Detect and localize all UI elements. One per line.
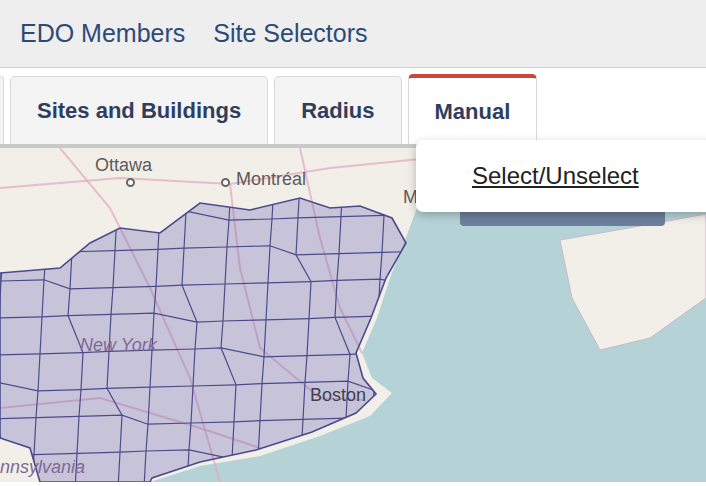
map-label: New York bbox=[80, 336, 157, 356]
tab[interactable]: Manual bbox=[408, 74, 538, 144]
tab-label: Sites and Buildings bbox=[37, 94, 241, 127]
nav-link-item[interactable]: EDO Members bbox=[20, 15, 185, 53]
map-label: Montréal bbox=[236, 170, 306, 190]
tab-bar: Sites and Buildings Radius Manual bbox=[0, 68, 706, 144]
map-label: nnsylvania bbox=[0, 458, 85, 478]
city-dot-icon bbox=[126, 178, 135, 187]
tab-label: Manual bbox=[435, 95, 511, 128]
tab[interactable]: Radius bbox=[274, 76, 401, 144]
menu-item[interactable]: Select/Unselect bbox=[416, 158, 706, 194]
city-dot-icon bbox=[221, 178, 230, 187]
tab-stub[interactable] bbox=[0, 76, 4, 144]
dropdown-menu: Select/Unselect bbox=[416, 140, 706, 212]
tab-label: Radius bbox=[301, 94, 374, 127]
top-nav: EDO Members Site Selectors bbox=[0, 0, 706, 68]
nav-link-item[interactable]: Site Selectors bbox=[213, 15, 367, 53]
tab[interactable]: Sites and Buildings bbox=[10, 76, 268, 144]
map-label: Boston bbox=[310, 386, 366, 406]
map-label: Ottawa bbox=[95, 156, 152, 176]
